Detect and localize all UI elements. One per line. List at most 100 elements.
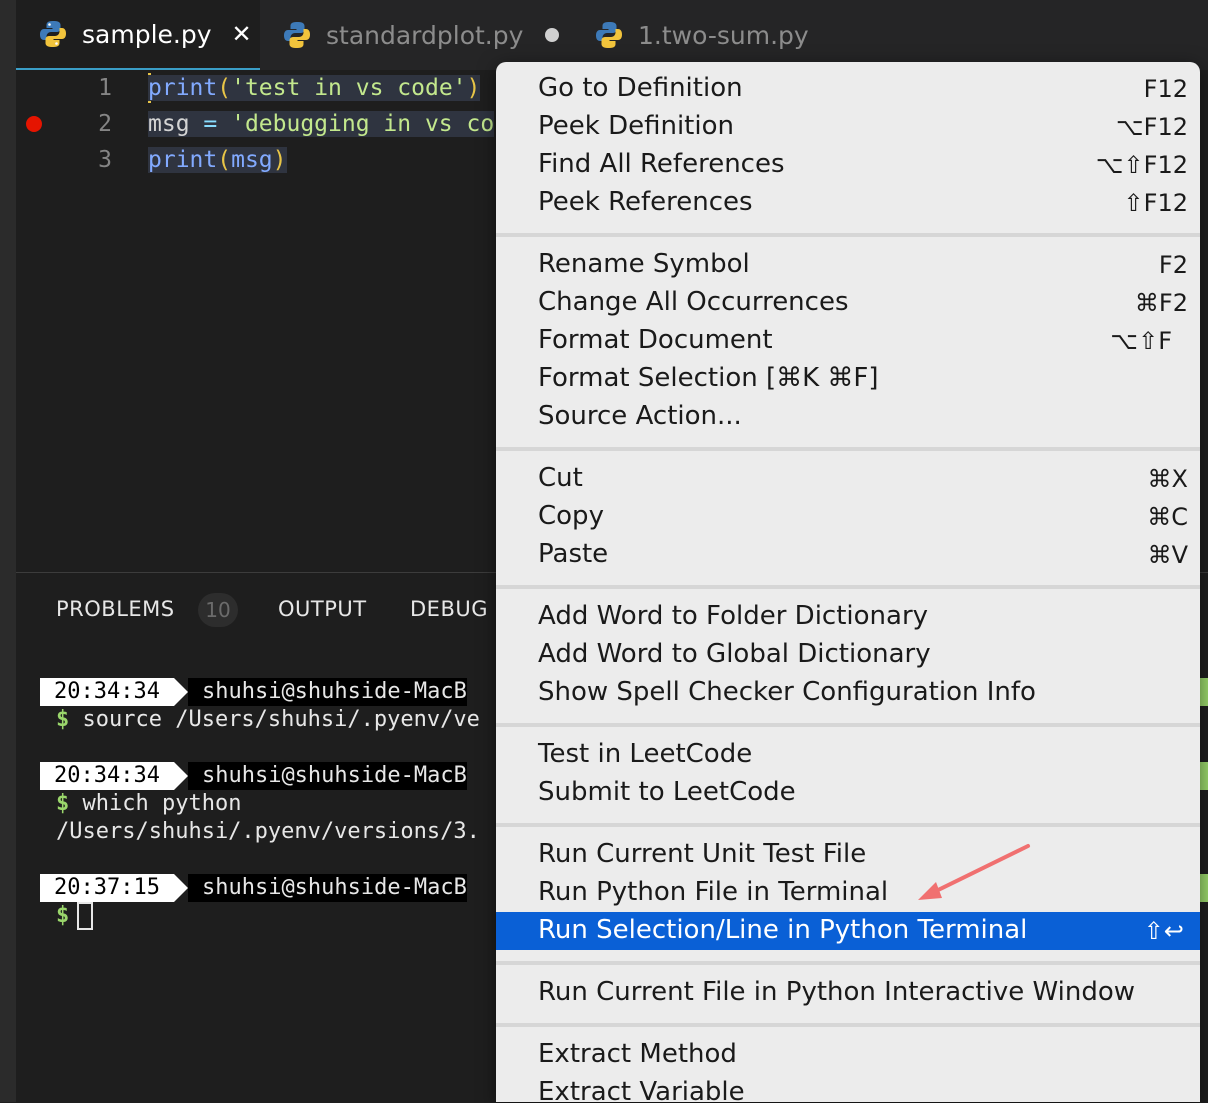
menu-item-extract-method[interactable]: Extract Method <box>496 1036 1200 1074</box>
code-token: = <box>190 111 232 137</box>
code-token: msg <box>148 111 190 137</box>
menu-item-source-action[interactable]: Source Action... <box>496 398 1200 436</box>
terminal-command: source /Users/shuhsi/.pyenv/ve <box>69 707 480 732</box>
breakpoint-icon[interactable] <box>26 116 42 132</box>
tab-two-sum-py[interactable]: 1.two-sum.py <box>594 0 809 70</box>
menu-item-peek-definition[interactable]: Peek Definition ⌥F12 <box>496 108 1200 146</box>
terminal-output: /Users/shuhsi/.pyenv/versions/3. <box>56 818 480 846</box>
menu-item-add-word-global-dictionary[interactable]: Add Word to Global Dictionary <box>496 636 1200 674</box>
close-icon[interactable]: ✕ <box>232 20 252 48</box>
menu-item-label: Peek References <box>538 187 753 217</box>
code-token: ( <box>217 75 231 101</box>
menu-item-copy[interactable]: Copy ⌘C <box>496 498 1200 536</box>
code-token: ( <box>217 147 231 173</box>
prompt-time: 20:34:34 <box>40 678 174 706</box>
menu-item-change-all-occurrences[interactable]: Change All Occurrences⌘F2 <box>496 284 1200 322</box>
menu-item-run-python-file-in-terminal[interactable]: Run Python File in Terminal <box>496 874 1200 912</box>
menu-item-peek-references[interactable]: Peek References ⇧F12 <box>496 184 1200 222</box>
unsaved-dot-icon[interactable] <box>545 28 559 42</box>
menu-item-shortcut: ⌘V <box>1148 541 1188 569</box>
menu-item-label: Run Current Unit Test File <box>538 839 866 869</box>
menu-item-paste[interactable]: Paste ⌘V <box>496 536 1200 574</box>
menu-item-label: Format Document <box>538 325 773 355</box>
menu-item-shortcut: ⌥F12 <box>1116 113 1188 141</box>
menu-item-label: Test in LeetCode <box>538 739 752 769</box>
context-menu: Go to DefinitionF12 Peek Definition⌥F12 … <box>496 62 1200 1102</box>
menu-item-shortcut: ⌘C <box>1147 503 1188 531</box>
menu-item-submit-to-leetcode[interactable]: Submit to LeetCode <box>496 774 1200 812</box>
menu-item-label: Run Python File in Terminal <box>538 877 888 907</box>
menu-item-label: Format Selection [⌘K ⌘F] <box>538 363 879 393</box>
tab-label: sample.py <box>82 20 212 49</box>
menu-item-label: Show Spell Checker Configuration Info <box>538 677 1036 707</box>
terminal-command: which python <box>69 791 241 816</box>
menu-item-shortcut: ⌥⇧F <box>1110 327 1172 355</box>
menu-item-show-spell-checker-info[interactable]: Show Spell Checker Configuration Info <box>496 674 1200 712</box>
menu-item-extract-variable[interactable]: Extract Variable <box>496 1074 1200 1102</box>
code-token: 'debugging in vs co <box>231 111 494 137</box>
menu-item-shortcut: ⇧F12 <box>1124 189 1188 217</box>
menu-item-find-all-references[interactable]: Find All References⌥⇧F12 <box>496 146 1200 184</box>
terminal-prompt-line: 20:37:15shuhsi@shuhside-MacB <box>40 874 467 902</box>
code-token: 'test in vs code' <box>231 75 466 101</box>
prompt-time: 20:34:34 <box>40 762 174 790</box>
menu-separator <box>496 447 1200 451</box>
prompt-dollar: $ <box>56 791 69 816</box>
menu-item-label: Extract Method <box>538 1039 737 1069</box>
annotation-arrow-icon <box>910 838 1040 908</box>
prompt-dollar: $ <box>56 707 69 732</box>
tab-standardplot-py[interactable]: standardplot.py <box>282 0 559 70</box>
prompt-dollar: $ <box>56 903 69 928</box>
menu-item-format-document[interactable]: Format Document ⌥⇧F <box>496 322 1200 360</box>
menu-item-shortcut: ⇧↩ <box>1144 917 1184 945</box>
menu-item-format-selection[interactable]: Format Selection [⌘K ⌘F] <box>496 360 1200 398</box>
python-file-icon <box>594 20 624 50</box>
prompt-separator-icon <box>174 874 188 902</box>
code-token: print <box>148 75 217 101</box>
menu-item-rename-symbol[interactable]: Rename SymbolF2 <box>496 246 1200 284</box>
terminal-command-line: $ which python <box>56 790 241 818</box>
editor-tab-bar: sample.py ✕ standardplot.py 1.two-sum.py <box>16 0 1208 70</box>
line-number: 1 <box>68 70 112 106</box>
line-number: 3 <box>68 142 112 178</box>
menu-item-label: Run Current File in Python Interactive W… <box>538 977 1135 1007</box>
prompt-separator-icon <box>174 678 188 706</box>
menu-separator <box>496 585 1200 589</box>
menu-item-label: Run Selection/Line in Python Terminal <box>538 915 1027 945</box>
code-token: ) <box>467 75 481 101</box>
prompt-host: shuhsi@shuhside-MacB <box>188 874 467 902</box>
menu-item-label: Add Word to Folder Dictionary <box>538 601 928 631</box>
menu-item-label: Paste <box>538 539 608 569</box>
menu-item-go-to-definition[interactable]: Go to DefinitionF12 <box>496 70 1200 108</box>
tab-sample-py[interactable]: sample.py ✕ <box>16 0 260 70</box>
code-token: print <box>148 147 217 173</box>
menu-item-label: Copy <box>538 501 604 531</box>
menu-separator <box>496 961 1200 965</box>
python-file-icon <box>38 19 68 49</box>
menu-item-label: Find All References <box>538 149 785 179</box>
menu-item-label: Go to Definition <box>538 73 743 103</box>
python-file-icon <box>282 20 312 50</box>
menu-item-run-selection-in-python-terminal[interactable]: Run Selection/Line in Python Terminal ⇧↩ <box>496 912 1200 950</box>
menu-item-test-in-leetcode[interactable]: Test in LeetCode <box>496 736 1200 774</box>
prompt-host: shuhsi@shuhside-MacB <box>188 762 467 790</box>
tab-label: 1.two-sum.py <box>638 21 809 50</box>
terminal-command-line: $ <box>56 902 93 930</box>
menu-item-label: Change All Occurrences <box>538 287 849 317</box>
menu-item-label: Source Action... <box>538 401 742 431</box>
menu-separator <box>496 233 1200 237</box>
tab-output[interactable]: OUTPUT <box>278 597 367 621</box>
menu-separator <box>496 823 1200 827</box>
tab-label: standardplot.py <box>326 21 523 50</box>
menu-item-cut[interactable]: Cut⌘X <box>496 460 1200 498</box>
menu-item-label: Add Word to Global Dictionary <box>538 639 931 669</box>
tab-problems[interactable]: PROBLEMS <box>56 597 175 621</box>
menu-item-add-word-folder-dictionary[interactable]: Add Word to Folder Dictionary <box>496 598 1200 636</box>
window-edge <box>0 0 16 1102</box>
menu-item-run-unit-test-file[interactable]: Run Current Unit Test File <box>496 836 1200 874</box>
menu-item-run-in-interactive-window[interactable]: Run Current File in Python Interactive W… <box>496 974 1200 1012</box>
problems-count-badge: 10 <box>198 593 238 627</box>
menu-separator <box>496 723 1200 727</box>
prompt-host: shuhsi@shuhside-MacB <box>188 678 467 706</box>
menu-item-label: Peek Definition <box>538 111 734 141</box>
